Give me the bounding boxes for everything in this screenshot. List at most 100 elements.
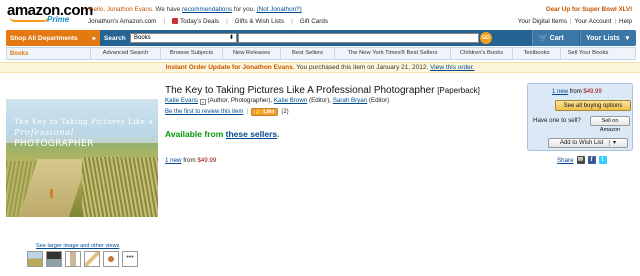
author-expand-icon[interactable]: ⌄ (199, 99, 206, 105)
share-row: Share ✉ f t (557, 156, 607, 164)
new-from-text: from (183, 157, 196, 164)
update-text: You purchased this item on January 21, 2… (296, 64, 429, 71)
author-link[interactable]: Katie Evans (165, 97, 198, 104)
buybox-new-link[interactable]: 1 new (552, 89, 568, 95)
update-lead: Instant Order Update for Jonathon Evans. (165, 64, 295, 71)
cover-title-line2: Professional (14, 128, 75, 138)
nav-my-amazon[interactable]: Jonathon's Amazon.com (88, 18, 156, 25)
availability-suffix: . (277, 129, 280, 139)
cover-grass-right (82, 157, 158, 217)
subnav-browse-subjects[interactable]: Browse Subjects (160, 48, 222, 59)
your-lists-label: Your Lists (586, 35, 620, 42)
cover-title-line1: The Key to Taking Pictures Like a (14, 118, 154, 126)
product-title: The Key to Taking Pictures Like A Profes… (165, 85, 480, 96)
subnav-nyt-best-sellers[interactable]: The New York Times® Best Sellers (334, 48, 450, 59)
see-larger-image-link[interactable]: See larger image and other views (36, 243, 119, 249)
subnav-new-releases[interactable]: New Releases (222, 48, 280, 59)
buybox-price: $49.99 (583, 89, 602, 95)
twitter-icon[interactable]: t (598, 156, 607, 164)
view-order-link[interactable]: View this order. (430, 64, 474, 71)
thumbnail[interactable] (46, 251, 62, 267)
like-icon: 👍 (254, 109, 262, 115)
email-icon[interactable]: ✉ (576, 156, 585, 164)
department-select[interactable]: Books ⬍ (130, 33, 237, 43)
greeting-for-you: for you. (233, 6, 255, 13)
thumbnail-strip: ••• (27, 251, 138, 267)
thumbnail[interactable] (84, 251, 100, 267)
facebook-icon[interactable]: f (587, 156, 596, 164)
first-review-link[interactable]: Be the first to review this item (165, 109, 243, 115)
share-link[interactable]: Share (557, 157, 574, 164)
account-links: Your Digital Items | Your Account | Help (518, 18, 632, 25)
digital-items-link[interactable]: Your Digital Items (518, 18, 567, 25)
buybox-from: from (569, 89, 582, 95)
cart-icon: 🛒 (539, 35, 548, 42)
subnav-best-sellers[interactable]: Best Sellers (280, 48, 334, 59)
order-update-banner: Instant Order Update for Jonathon Evans.… (0, 62, 640, 73)
top-nav: Jonathon's Amazon.com | Today's Deals | … (88, 18, 328, 25)
sell-on-amazon-button[interactable]: Sell on Amazon (590, 116, 630, 133)
product-authors: Katie Evans ⌄ (Author, Photographer), Ka… (165, 97, 389, 105)
subnav-advanced-search[interactable]: Advanced Search (90, 48, 160, 59)
nav-separator: | (163, 18, 166, 25)
greeting-name: Hello, Jonathon Evans. (89, 6, 154, 13)
buy-box: 1 new from $49.99 See all buying options… (527, 83, 633, 151)
account-separator: | (614, 18, 617, 25)
department-value: Books (134, 35, 151, 41)
all-buying-options-button[interactable]: See all buying options (555, 100, 631, 111)
cover-person (50, 189, 53, 198)
these-sellers-link[interactable]: these sellers (226, 129, 278, 139)
subnav-store[interactable]: Books (7, 51, 90, 57)
account-separator: | (569, 18, 572, 25)
logo-smile-icon (9, 16, 49, 22)
author-link[interactable]: Sarah Bryan (333, 97, 367, 104)
chevron-right-icon: ▸ (92, 35, 96, 42)
thumbnail-more[interactable]: ••• (122, 251, 138, 267)
like-label: Like (263, 109, 275, 115)
nav-todays-deals[interactable]: Today's Deals (172, 18, 219, 25)
help-link[interactable]: Help (619, 18, 632, 25)
author-role: (Author, Photographer), (207, 97, 273, 104)
new-price: $49.99 (197, 157, 217, 164)
author-role: (Editor), (309, 97, 332, 104)
like-count: (2) (281, 109, 289, 115)
search-input[interactable] (238, 33, 479, 43)
thumbnail[interactable] (65, 251, 81, 267)
recommendations-link[interactable]: recommendations (182, 6, 232, 13)
like-button[interactable]: 👍 Like (250, 108, 279, 116)
deals-icon (172, 18, 179, 24)
thumbnail[interactable] (103, 251, 119, 267)
nav-gifts[interactable]: Gifts & Wish Lists (235, 18, 284, 25)
review-row: Be the first to review this item | 👍 Lik… (165, 108, 289, 116)
not-you-link[interactable]: (Not Jonathon?) (257, 6, 302, 13)
product-title-text: The Key to Taking Pictures Like A Profes… (165, 85, 435, 96)
review-separator: | (246, 109, 248, 115)
amazon-logo[interactable]: amazon.com Prime (7, 3, 93, 29)
logo-prime: Prime (47, 15, 70, 24)
greeting-mid: We have (155, 6, 181, 13)
shop-all-label: Shop All Departments (10, 35, 78, 42)
books-subnav: Books Advanced Search Browse Subjects Ne… (6, 47, 636, 60)
author-role: (Editor) (368, 97, 390, 104)
subnav-childrens-books[interactable]: Children's Books (450, 48, 512, 59)
new-offers-link[interactable]: 1 new (165, 157, 182, 164)
add-to-wish-list-button[interactable]: Add to Wish List ▾ (548, 138, 628, 148)
author-link[interactable]: Katie Brown (274, 97, 307, 104)
nav-gift-cards[interactable]: Gift Cards (300, 18, 328, 25)
book-cover-image[interactable]: The Key to Taking Pictures Like a Profes… (6, 99, 158, 217)
your-account-link[interactable]: Your Account (575, 18, 612, 25)
thumbnail[interactable] (27, 251, 43, 267)
nav-separator: | (291, 18, 293, 25)
search-go-button[interactable]: GO (480, 32, 492, 44)
subnav-textbooks[interactable]: Textbooks (512, 48, 560, 59)
superbowl-promo-link[interactable]: Gear Up for Super Bowl XLVI (546, 6, 632, 13)
greeting: Hello, Jonathon Evans. We have recommend… (89, 6, 302, 13)
have-one-to-sell-label: Have one to sell? (533, 117, 581, 124)
cover-title-line3: PHOTOGRAPHER (14, 139, 94, 149)
subnav-sell-your-books[interactable]: Sell Your Books (560, 48, 615, 59)
cart-button[interactable]: 🛒 Cart (532, 30, 579, 46)
shop-all-departments-button[interactable]: Shop All Departments ▸ (6, 30, 100, 46)
updown-arrows-icon: ⬍ (228, 35, 234, 41)
your-lists-button[interactable]: Your Lists ▾ (580, 30, 636, 46)
search-bar: Shop All Departments ▸ Search Books ⬍ GO… (6, 30, 636, 46)
